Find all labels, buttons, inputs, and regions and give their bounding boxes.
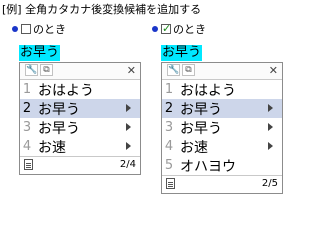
candidate-row[interactable]: 1 おはよう xyxy=(20,80,140,99)
triangle-right-icon[interactable] xyxy=(268,142,273,150)
composition-word: お早う xyxy=(161,45,203,61)
checkbox-checked[interactable]: ✓ xyxy=(161,22,172,35)
candidate-footer: 2/5 xyxy=(162,175,282,193)
close-icon[interactable]: ✕ xyxy=(127,64,136,77)
candidate-text: お速 xyxy=(180,139,208,156)
option-label: のとき xyxy=(173,23,206,36)
wrench-icon[interactable]: 🔧 xyxy=(167,64,180,76)
candidate-window-5: 🔧 ⧉ ✕ 1 おはよう 2 お早う 3 お早う 4 お速 5 オハヨウ 2/5 xyxy=(161,62,283,194)
copy-icon[interactable]: ⧉ xyxy=(182,64,195,76)
candidate-text: お早う xyxy=(38,120,80,137)
candidate-toolbar: 🔧 ⧉ ✕ xyxy=(162,63,282,80)
candidate-text: お早う xyxy=(38,101,80,118)
document-icon[interactable] xyxy=(166,178,175,189)
candidate-number: 4 xyxy=(22,139,32,154)
candidate-row-selected[interactable]: 2 お早う xyxy=(162,99,282,118)
candidate-number: 1 xyxy=(164,82,174,97)
candidate-window-4: 🔧 ⧉ ✕ 1 おはよう 2 お早う 3 お早う 4 お速 2/4 xyxy=(19,62,141,175)
close-icon[interactable]: ✕ xyxy=(269,64,278,77)
triangle-right-icon[interactable] xyxy=(268,123,273,131)
candidate-row[interactable]: 3 お早う xyxy=(162,118,282,137)
candidate-row[interactable]: 4 お速 xyxy=(20,137,140,156)
composition-word: お早う xyxy=(19,45,61,61)
copy-icon[interactable]: ⧉ xyxy=(40,64,53,76)
candidate-number: 2 xyxy=(22,101,32,116)
triangle-right-icon[interactable] xyxy=(126,123,131,131)
checkbox-unchecked[interactable] xyxy=(21,24,31,34)
candidate-text: お早う xyxy=(180,120,222,137)
candidate-row[interactable]: 3 お早う xyxy=(20,118,140,137)
candidate-text: おはよう xyxy=(38,82,94,99)
triangle-right-icon[interactable] xyxy=(126,104,131,112)
candidate-number: 4 xyxy=(164,139,174,154)
candidate-number: 5 xyxy=(164,158,174,173)
candidate-text: おはよう xyxy=(180,82,236,99)
candidate-row[interactable]: 5 オハヨウ xyxy=(162,156,282,175)
example-caption: [例] 全角カタカナ後変換候補を追加する xyxy=(2,3,202,16)
option-unchecked: のとき xyxy=(12,22,66,36)
candidate-text: オハヨウ xyxy=(180,158,236,175)
page-indicator: 2/4 xyxy=(119,159,136,170)
candidate-number: 1 xyxy=(22,82,32,97)
option-checked: ✓ のとき xyxy=(152,22,206,36)
candidate-row[interactable]: 1 おはよう xyxy=(162,80,282,99)
check-icon: ✓ xyxy=(162,22,172,35)
candidate-row-selected[interactable]: 2 お早う xyxy=(20,99,140,118)
candidate-row[interactable]: 4 お速 xyxy=(162,137,282,156)
candidate-footer: 2/4 xyxy=(20,156,140,174)
candidate-toolbar: 🔧 ⧉ ✕ xyxy=(20,63,140,80)
candidate-text: お速 xyxy=(38,139,66,156)
wrench-icon[interactable]: 🔧 xyxy=(25,64,38,76)
option-label: のとき xyxy=(33,23,66,36)
bullet-icon xyxy=(152,26,158,32)
candidate-number: 3 xyxy=(22,120,32,135)
triangle-right-icon[interactable] xyxy=(268,104,273,112)
bullet-icon xyxy=(12,26,18,32)
candidate-number: 3 xyxy=(164,120,174,135)
triangle-right-icon[interactable] xyxy=(126,142,131,150)
document-icon[interactable] xyxy=(24,159,33,170)
candidate-text: お早う xyxy=(180,101,222,118)
candidate-number: 2 xyxy=(164,101,174,116)
page-indicator: 2/5 xyxy=(261,178,278,189)
